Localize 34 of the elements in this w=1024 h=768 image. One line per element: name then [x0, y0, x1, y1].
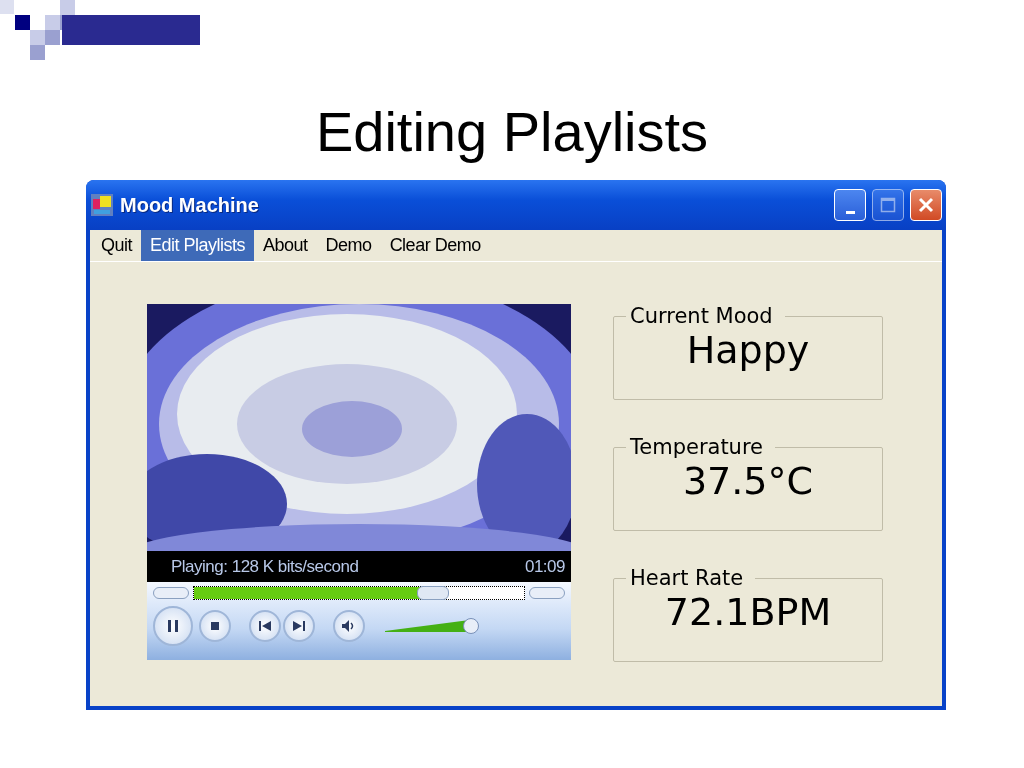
window-title: Mood Machine — [120, 193, 260, 217]
mute-button[interactable] — [333, 610, 365, 642]
menu-item[interactable]: About — [254, 230, 317, 261]
previous-button[interactable] — [249, 610, 281, 642]
stop-button[interactable] — [199, 610, 231, 642]
seek-bar[interactable] — [193, 586, 525, 600]
minimize-icon — [845, 210, 855, 214]
readout-label: Temperature — [629, 435, 765, 459]
readout-value: 72.1BPM — [664, 590, 832, 634]
minimize-button[interactable] — [834, 189, 866, 221]
next-icon — [293, 621, 305, 631]
readout-value: Happy — [686, 328, 810, 372]
pause-button[interactable] — [153, 606, 193, 646]
readout-label: Heart Rate — [629, 566, 745, 590]
volume-thumb[interactable] — [462, 618, 479, 634]
maximize-icon — [880, 197, 896, 213]
time-text: 01:09 — [524, 556, 565, 577]
menu-item[interactable]: Edit Playlists — [141, 230, 255, 261]
close-icon — [918, 197, 934, 213]
stop-icon — [211, 622, 219, 630]
next-button[interactable] — [283, 610, 315, 642]
speaker-icon — [342, 620, 356, 632]
pause-icon — [167, 619, 179, 633]
menu-item[interactable]: Quit — [92, 230, 141, 261]
close-button[interactable] — [910, 189, 942, 221]
readout-value: 37.5°C — [682, 459, 814, 503]
previous-icon — [259, 621, 271, 631]
menu-item[interactable]: Demo — [316, 230, 381, 261]
slide-title: Editing Playlists — [315, 99, 709, 165]
status-text: Playing: 128 K bits/second — [171, 556, 359, 577]
readout-label: Current Mood — [629, 304, 774, 328]
menu-item[interactable]: Clear Demo — [380, 230, 490, 261]
app-icon — [90, 193, 114, 217]
seek-thumb[interactable] — [416, 586, 449, 600]
